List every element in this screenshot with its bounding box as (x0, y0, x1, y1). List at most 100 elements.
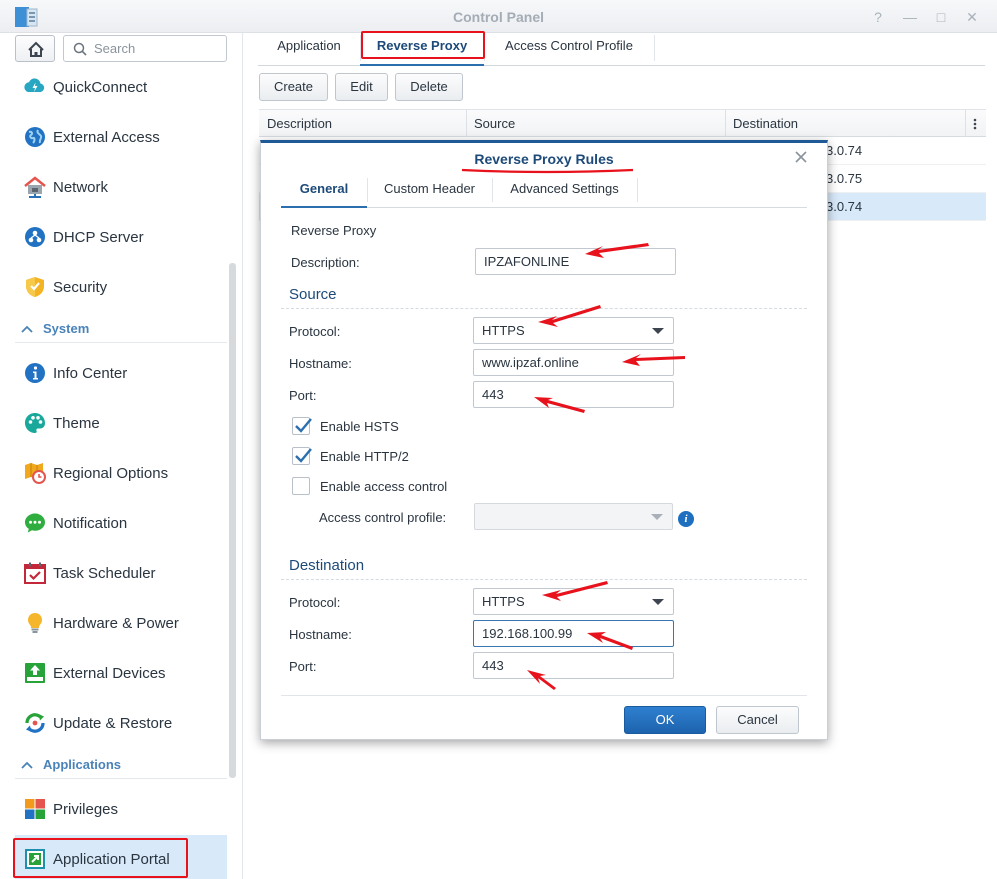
quickconnect-icon (24, 78, 45, 92)
destination-hostname-field[interactable]: 192.168.100.99 (473, 620, 674, 647)
enable-http2-label[interactable]: Enable HTTP/2 (320, 449, 409, 464)
chat-bubble-icon (25, 513, 45, 533)
sidebar-item-network[interactable]: Network (15, 163, 227, 211)
sidebar-item-hardware-power[interactable]: Hardware & Power (15, 599, 227, 647)
sidebar: QuickConnect External Access Network DHC… (0, 33, 243, 879)
enable-access-control-label[interactable]: Enable access control (320, 479, 447, 494)
column-menu-icon[interactable] (973, 118, 977, 130)
sidebar-item-regional-options[interactable]: Regional Options (15, 449, 227, 497)
sidebar-item-info-center[interactable]: Info Center (15, 349, 227, 397)
sidebar-item-task-scheduler[interactable]: Task Scheduler (15, 549, 227, 597)
search-input[interactable] (94, 41, 222, 56)
cell-destination: 3.0.74 (826, 143, 863, 158)
tab-access-control-profile[interactable]: Access Control Profile (484, 33, 654, 66)
destination-port-field[interactable]: 443 (473, 652, 674, 679)
sidebar-item-update-restore[interactable]: Update & Restore (15, 699, 227, 747)
source-hostname-field[interactable]: www.ipzaf.online (473, 349, 674, 376)
sidebar-item-label: External Devices (53, 664, 166, 682)
destination-protocol-label: Protocol: (289, 595, 341, 610)
column-header-destination[interactable]: Destination (725, 110, 965, 137)
sidebar-item-label: Network (53, 178, 109, 196)
column-separator (965, 110, 966, 137)
sidebar-item-external-devices[interactable]: External Devices (15, 649, 227, 697)
create-button[interactable]: Create (259, 73, 328, 101)
enable-access-control-checkbox[interactable] (292, 477, 310, 495)
chevron-down-icon (651, 514, 663, 520)
column-header-source[interactable]: Source (466, 110, 725, 137)
palette-icon (25, 413, 45, 433)
tab-separator (637, 178, 638, 202)
sidebar-item-label: Info Center (53, 364, 128, 382)
home-icon (28, 41, 44, 57)
title-bar: Control Panel ? — □ ✕ (0, 0, 997, 33)
tab-custom-header[interactable]: Custom Header (367, 174, 492, 208)
tab-general[interactable]: General (281, 174, 367, 208)
destination-hostname-label: Hostname: (289, 627, 352, 642)
globe-icon (25, 127, 45, 147)
column-header-description[interactable]: Description (259, 110, 466, 137)
info-icon (25, 363, 45, 383)
info-icon[interactable]: i (678, 511, 694, 527)
cancel-button[interactable]: Cancel (716, 706, 799, 734)
sidebar-item-quickconnect[interactable]: QuickConnect (15, 63, 227, 111)
enable-http2-checkbox[interactable] (292, 447, 312, 465)
source-protocol-value: HTTPS (482, 323, 525, 338)
divider (281, 579, 807, 580)
close-icon[interactable]: ✕ (962, 7, 982, 27)
upload-device-icon (25, 663, 45, 683)
description-label: Description: (291, 255, 360, 270)
chevron-up-icon (21, 325, 33, 333)
section-header-system[interactable]: System (15, 315, 227, 343)
description-field[interactable]: IPZAFONLINE (475, 248, 676, 275)
dhcp-icon (25, 227, 45, 247)
divider (281, 308, 807, 309)
lightbulb-icon (28, 613, 42, 633)
destination-port-label: Port: (289, 659, 317, 674)
sidebar-item-external-access[interactable]: External Access (15, 113, 227, 161)
source-protocol-label: Protocol: (289, 324, 341, 339)
sidebar-item-label: Theme (53, 414, 100, 432)
tab-application[interactable]: Application (258, 33, 360, 66)
footer-divider (281, 695, 807, 696)
chevron-down-icon (652, 599, 664, 605)
sidebar-item-label: Regional Options (53, 464, 169, 482)
annotation-box-application-portal (13, 838, 188, 878)
calendar-check-icon (24, 562, 46, 584)
ok-button[interactable]: OK (624, 706, 706, 734)
sidebar-item-security[interactable]: Security (15, 263, 227, 311)
section-header-applications[interactable]: Applications (15, 751, 227, 779)
sidebar-scrollbar[interactable] (229, 263, 236, 778)
source-protocol-select[interactable]: HTTPS (473, 317, 674, 344)
cell-destination: 3.0.74 (826, 199, 863, 214)
dialog-title: Reverse Proxy Rules (474, 151, 614, 167)
checkmark-icon (295, 448, 312, 463)
sidebar-item-theme[interactable]: Theme (15, 399, 227, 447)
close-icon[interactable] (793, 149, 809, 165)
minimize-icon[interactable]: — (900, 7, 920, 27)
update-icon (25, 713, 45, 733)
sidebar-item-label: Task Scheduler (53, 564, 156, 582)
home-button[interactable] (15, 35, 55, 62)
sidebar-item-label: Privileges (53, 800, 119, 818)
sidebar-item-notification[interactable]: Notification (15, 499, 227, 547)
source-hostname-label: Hostname: (289, 356, 352, 371)
section-label: Applications (43, 757, 122, 772)
sidebar-item-dhcp-server[interactable]: DHCP Server (15, 213, 227, 261)
sidebar-item-label: QuickConnect (53, 78, 148, 96)
enable-hsts-label[interactable]: Enable HSTS (320, 419, 399, 434)
help-icon[interactable]: ? (868, 7, 888, 27)
source-port-field[interactable]: 443 (473, 381, 674, 408)
delete-button[interactable]: Delete (395, 73, 463, 101)
tab-advanced-settings[interactable]: Advanced Settings (492, 174, 637, 208)
edit-button[interactable]: Edit (335, 73, 388, 101)
search-box[interactable] (63, 35, 227, 62)
maximize-icon[interactable]: □ (931, 7, 951, 27)
destination-section-title: Destination (289, 557, 365, 574)
sidebar-item-label: Update & Restore (53, 714, 173, 732)
map-clock-icon (25, 463, 46, 484)
enable-hsts-checkbox[interactable] (292, 417, 312, 435)
tab-separator (654, 35, 655, 61)
sidebar-item-label: Notification (53, 514, 128, 532)
sidebar-item-privileges[interactable]: Privileges (15, 785, 227, 833)
destination-protocol-select[interactable]: HTTPS (473, 588, 674, 615)
